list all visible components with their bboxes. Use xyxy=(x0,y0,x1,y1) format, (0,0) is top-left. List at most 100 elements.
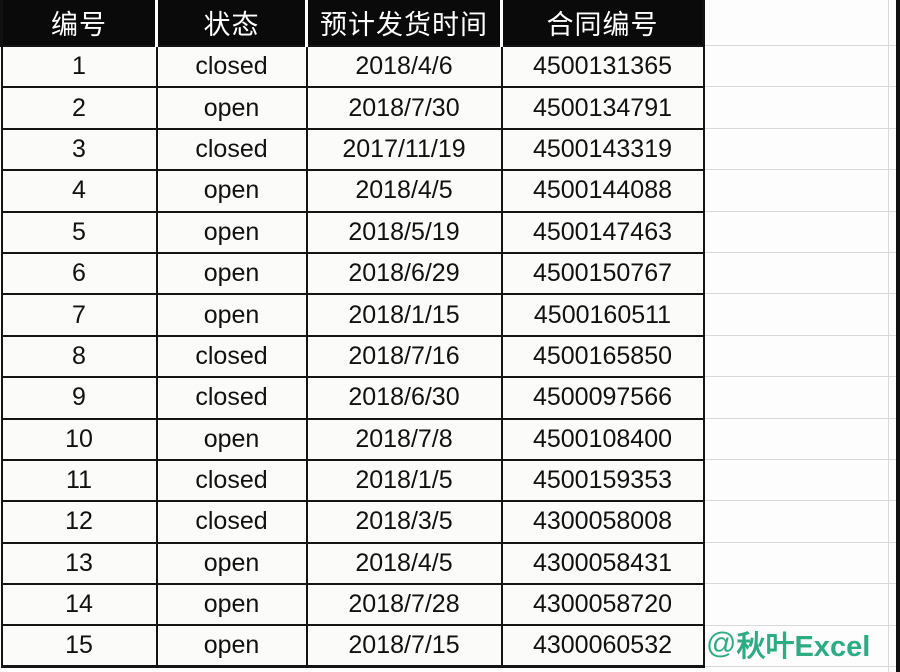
cell-status[interactable]: open xyxy=(155,583,308,627)
table-row: 4 open 2018/4/5 4500144088 xyxy=(0,169,705,213)
cell-ship-date[interactable]: 2018/4/6 xyxy=(305,44,503,89)
cell-contract[interactable]: 4500165850 xyxy=(500,334,705,379)
cell-status[interactable]: closed xyxy=(155,500,308,544)
column-header-ship-date[interactable]: 预计发货时间 xyxy=(305,0,503,46)
cell-id[interactable]: 9 xyxy=(0,376,158,420)
ghost-gridline-horizontal xyxy=(700,666,900,667)
cell-ship-date[interactable]: 2018/4/5 xyxy=(305,541,503,586)
cell-status[interactable]: open xyxy=(155,86,308,130)
ghost-gridline-horizontal xyxy=(700,583,900,584)
table-row: 1 closed 2018/4/6 4500131365 xyxy=(0,44,705,89)
cell-contract[interactable]: 4500144088 xyxy=(500,169,705,213)
table-row: 11 closed 2018/1/5 4500159353 xyxy=(0,458,705,503)
ghost-gridline-horizontal xyxy=(700,293,900,294)
column-header-contract[interactable]: 合同编号 xyxy=(500,0,705,46)
cell-status[interactable]: closed xyxy=(155,44,308,89)
ghost-gridline-horizontal xyxy=(700,335,900,336)
cell-status[interactable]: open xyxy=(155,251,308,296)
cell-id[interactable]: 15 xyxy=(0,624,158,669)
cell-ship-date[interactable]: 2018/7/15 xyxy=(305,624,503,669)
cell-id[interactable]: 1 xyxy=(0,44,158,89)
ghost-gridline-horizontal xyxy=(700,128,900,129)
table-row: 8 closed 2018/7/16 4500165850 xyxy=(0,334,705,379)
table-header-row: 编号 状态 预计发货时间 合同编号 xyxy=(0,0,705,46)
table-row: 2 open 2018/7/30 4500134791 xyxy=(0,86,705,130)
cell-ship-date[interactable]: 2018/6/30 xyxy=(305,376,503,420)
cell-ship-date[interactable]: 2018/7/28 xyxy=(305,583,503,627)
cell-id[interactable]: 4 xyxy=(0,169,158,213)
ghost-gridline-horizontal xyxy=(700,211,900,212)
ghost-gridline-horizontal xyxy=(700,252,900,253)
cell-ship-date[interactable]: 2018/4/5 xyxy=(305,169,503,213)
cell-contract[interactable]: 4500147463 xyxy=(500,210,705,254)
cell-contract[interactable]: 4500097566 xyxy=(500,376,705,420)
ghost-gridline-horizontal xyxy=(700,418,900,419)
ghost-gridline-horizontal xyxy=(700,500,900,501)
cell-status[interactable]: open xyxy=(155,169,308,213)
cell-status[interactable]: open xyxy=(155,624,308,669)
cell-contract[interactable]: 4500143319 xyxy=(500,127,705,172)
cell-contract[interactable]: 4500108400 xyxy=(500,417,705,461)
cell-id[interactable]: 14 xyxy=(0,583,158,627)
ghost-gridline-horizontal xyxy=(700,459,900,460)
table-row: 9 closed 2018/6/30 4500097566 xyxy=(0,376,705,420)
cell-id[interactable]: 11 xyxy=(0,458,158,503)
cell-contract[interactable]: 4300058720 xyxy=(500,583,705,627)
cell-id[interactable]: 2 xyxy=(0,86,158,130)
cell-contract[interactable]: 4500134791 xyxy=(500,86,705,130)
cell-id[interactable]: 8 xyxy=(0,334,158,379)
table-row: 7 open 2018/1/15 4500160511 xyxy=(0,293,705,337)
cell-id[interactable]: 7 xyxy=(0,293,158,337)
table-row: 5 open 2018/5/19 4500147463 xyxy=(0,210,705,254)
sheet-right-edge xyxy=(896,0,900,672)
table-header: 编号 状态 预计发货时间 合同编号 xyxy=(0,0,705,46)
cell-ship-date[interactable]: 2017/11/19 xyxy=(305,127,503,172)
cell-status[interactable]: closed xyxy=(155,334,308,379)
cell-status[interactable]: open xyxy=(155,293,308,337)
column-header-status[interactable]: 状态 xyxy=(155,0,308,46)
cell-contract[interactable]: 4500159353 xyxy=(500,458,705,503)
cell-id[interactable]: 5 xyxy=(0,210,158,254)
table-row: 15 open 2018/7/15 4300060532 xyxy=(0,624,705,669)
cell-contract[interactable]: 4300058008 xyxy=(500,500,705,544)
cell-id[interactable]: 13 xyxy=(0,541,158,586)
cell-ship-date[interactable]: 2018/1/15 xyxy=(305,293,503,337)
cell-contract[interactable]: 4500150767 xyxy=(500,251,705,296)
cell-status[interactable]: closed xyxy=(155,376,308,420)
empty-column-region[interactable] xyxy=(700,0,900,672)
ghost-gridline-horizontal xyxy=(700,625,900,626)
cell-status[interactable]: open xyxy=(155,210,308,254)
spreadsheet-canvas: 编号 状态 预计发货时间 合同编号 1 closed 2018/4/6 4500131… xyxy=(0,0,900,672)
cell-ship-date[interactable]: 2018/5/19 xyxy=(305,210,503,254)
cell-ship-date[interactable]: 2018/1/5 xyxy=(305,458,503,503)
table-row: 6 open 2018/6/29 4500150767 xyxy=(0,251,705,296)
ghost-gridline-horizontal xyxy=(700,376,900,377)
cell-contract[interactable]: 4300060532 xyxy=(500,624,705,669)
table-row: 3 closed 2017/11/19 4500143319 xyxy=(0,127,705,172)
cell-id[interactable]: 3 xyxy=(0,127,158,172)
cell-id[interactable]: 6 xyxy=(0,251,158,296)
table-row: 12 closed 2018/3/5 4300058008 xyxy=(0,500,705,544)
cell-ship-date[interactable]: 2018/7/16 xyxy=(305,334,503,379)
cell-status[interactable]: closed xyxy=(155,458,308,503)
cell-contract[interactable]: 4300058431 xyxy=(500,541,705,586)
cell-status[interactable]: closed xyxy=(155,127,308,172)
cell-id[interactable]: 12 xyxy=(0,500,158,544)
table-row: 14 open 2018/7/28 4300058720 xyxy=(0,583,705,627)
cell-id[interactable]: 10 xyxy=(0,417,158,461)
cell-ship-date[interactable]: 2018/7/8 xyxy=(305,417,503,461)
ghost-gridline-horizontal xyxy=(700,542,900,543)
cell-contract[interactable]: 4500131365 xyxy=(500,44,705,89)
cell-ship-date[interactable]: 2018/3/5 xyxy=(305,500,503,544)
table-row: 13 open 2018/4/5 4300058431 xyxy=(0,541,705,586)
ghost-gridline-horizontal xyxy=(700,169,900,170)
cell-status[interactable]: open xyxy=(155,541,308,586)
cell-ship-date[interactable]: 2018/6/29 xyxy=(305,251,503,296)
order-table: 编号 状态 预计发货时间 合同编号 1 closed 2018/4/6 4500131… xyxy=(0,0,705,669)
cell-contract[interactable]: 4500160511 xyxy=(500,293,705,337)
ghost-gridline-horizontal xyxy=(700,86,900,87)
table-body: 1 closed 2018/4/6 4500131365 2 open 2018/7/30 4… xyxy=(0,44,705,669)
cell-status[interactable]: open xyxy=(155,417,308,461)
cell-ship-date[interactable]: 2018/7/30 xyxy=(305,86,503,130)
column-header-id[interactable]: 编号 xyxy=(0,0,158,46)
